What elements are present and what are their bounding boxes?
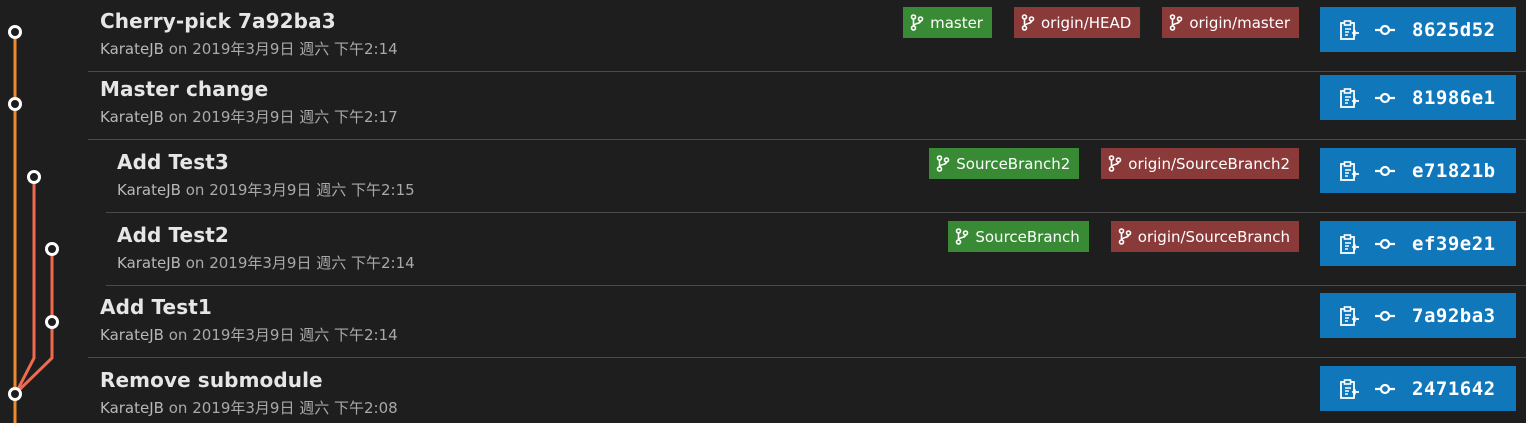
copy-hash-button[interactable]: 2471642 — [1320, 366, 1516, 411]
git-history-view: Cherry-pick 7a92ba3 KarateJB on 2019年3月9日… — [0, 0, 1526, 423]
git-commit-icon — [1374, 23, 1396, 37]
git-branch-icon — [1118, 228, 1138, 245]
branch-tag-label: origin/SourceBranch2 — [1128, 154, 1290, 173]
commit-meta: KarateJB on 2019年3月9日 週六 下午2:15 — [117, 179, 415, 200]
copy-clipboard-icon — [1338, 160, 1360, 182]
commit-date: 2019年3月9日 週六 下午2:14 — [209, 254, 415, 272]
commit-meta: KarateJB on 2019年3月9日 週六 下午2:17 — [100, 106, 398, 127]
commit-date: 2019年3月9日 週六 下午2:14 — [192, 326, 398, 344]
commit-title: Cherry-pick 7a92ba3 — [100, 9, 336, 33]
commit-row[interactable]: Master change KarateJB on 2019年3月9日 週六 下午… — [88, 68, 1526, 140]
commit-author: KarateJB — [117, 181, 181, 199]
branch-tag-label: SourceBranch — [975, 227, 1080, 246]
graph-node — [45, 242, 59, 256]
copy-hash-button[interactable]: 7a92ba3 — [1320, 293, 1516, 338]
git-branch-icon — [910, 14, 930, 31]
remote-branch-tag[interactable]: origin/HEAD — [1013, 7, 1141, 38]
commit-row[interactable]: Cherry-pick 7a92ba3 KarateJB on 2019年3月9日… — [88, 0, 1526, 72]
commit-title: Add Test2 — [117, 223, 229, 247]
graph-node — [8, 25, 22, 39]
commit-hash: 81986e1 — [1412, 86, 1496, 109]
local-branch-tag[interactable]: master — [903, 7, 992, 38]
commit-title: Master change — [100, 77, 269, 101]
commit-meta: KarateJB on 2019年3月9日 週六 下午2:14 — [117, 252, 415, 273]
commit-graph — [8, 25, 59, 423]
commit-hash: ef39e21 — [1412, 232, 1496, 255]
branch-tag-label: origin/master — [1189, 13, 1290, 32]
git-commit-icon — [1374, 309, 1396, 323]
copy-clipboard-icon — [1338, 305, 1360, 327]
branch-tag-label: origin/SourceBranch — [1137, 227, 1290, 246]
commit-date: 2019年3月9日 週六 下午2:17 — [192, 108, 398, 126]
branch-refs: SourceBranch origin/SourceBranch — [948, 221, 1299, 252]
commit-hash: 7a92ba3 — [1412, 304, 1496, 327]
git-branch-icon — [955, 228, 975, 245]
commit-author: KarateJB — [100, 326, 164, 344]
graph-node — [8, 97, 22, 111]
git-commit-icon — [1374, 237, 1396, 251]
commit-hash: 8625d52 — [1412, 18, 1496, 41]
copy-clipboard-icon — [1338, 19, 1360, 41]
commit-row[interactable]: Add Test3 KarateJB on 2019年3月9日 週六 下午2:15… — [106, 141, 1526, 213]
graph-line-branch-2 — [14, 178, 36, 394]
commit-meta: KarateJB on 2019年3月9日 週六 下午2:14 — [100, 324, 398, 345]
commit-author: KarateJB — [100, 40, 164, 58]
commit-hash: e71821b — [1412, 159, 1496, 182]
graph-node — [45, 315, 59, 329]
commit-on-label: on — [168, 399, 193, 417]
copy-clipboard-icon — [1338, 378, 1360, 400]
copy-hash-button[interactable]: 8625d52 — [1320, 7, 1516, 52]
commit-hash: 2471642 — [1412, 377, 1496, 400]
commit-on-label: on — [185, 181, 210, 199]
commit-date: 2019年3月9日 週六 下午2:15 — [209, 181, 415, 199]
git-branch-icon — [1169, 14, 1189, 31]
commit-author: KarateJB — [117, 254, 181, 272]
copy-clipboard-icon — [1338, 233, 1360, 255]
copy-hash-button[interactable]: ef39e21 — [1320, 221, 1516, 266]
commit-meta: KarateJB on 2019年3月9日 週六 下午2:14 — [100, 38, 398, 59]
commit-on-label: on — [168, 40, 193, 58]
remote-branch-tag[interactable]: origin/SourceBranch2 — [1101, 148, 1299, 179]
git-branch-icon — [936, 155, 956, 172]
commit-row[interactable]: Add Test2 KarateJB on 2019年3月9日 週六 下午2:14… — [106, 214, 1526, 286]
commit-author: KarateJB — [100, 399, 164, 417]
commit-on-label: on — [185, 254, 210, 272]
copy-hash-button[interactable]: e71821b — [1320, 148, 1516, 193]
commit-row[interactable]: Remove submodule KarateJB on 2019年3月9日 週六… — [88, 359, 1526, 423]
commit-title: Add Test3 — [117, 150, 229, 174]
commit-on-label: on — [168, 108, 193, 126]
commit-title: Add Test1 — [100, 295, 212, 319]
branch-tag-label: SourceBranch2 — [956, 154, 1071, 173]
git-commit-icon — [1374, 91, 1396, 105]
commit-on-label: on — [168, 326, 193, 344]
branch-refs: master origin/HEAD origin/master — [903, 7, 1299, 38]
commit-author: KarateJB — [100, 108, 164, 126]
git-branch-icon — [1021, 14, 1041, 31]
commit-meta: KarateJB on 2019年3月9日 週六 下午2:08 — [100, 397, 398, 418]
graph-node — [27, 170, 41, 184]
remote-branch-tag[interactable]: origin/master — [1162, 7, 1299, 38]
commit-date: 2019年3月9日 週六 下午2:14 — [192, 40, 398, 58]
commit-row[interactable]: Add Test1 KarateJB on 2019年3月9日 週六 下午2:14… — [88, 286, 1526, 358]
local-branch-tag[interactable]: SourceBranch — [948, 221, 1089, 252]
copy-hash-button[interactable]: 81986e1 — [1320, 75, 1516, 120]
branch-refs: SourceBranch2 origin/SourceBranch2 — [929, 148, 1299, 179]
commit-date: 2019年3月9日 週六 下午2:08 — [192, 399, 398, 417]
remote-branch-tag[interactable]: origin/SourceBranch — [1110, 221, 1299, 252]
branch-tag-label: master — [930, 13, 983, 32]
commit-title: Remove submodule — [100, 368, 323, 392]
branch-tag-label: origin/HEAD — [1040, 13, 1132, 32]
git-commit-icon — [1374, 164, 1396, 178]
git-branch-icon — [1108, 155, 1128, 172]
local-branch-tag[interactable]: SourceBranch2 — [929, 148, 1080, 179]
copy-clipboard-icon — [1338, 87, 1360, 109]
git-commit-icon — [1374, 382, 1396, 396]
graph-node — [8, 387, 22, 401]
